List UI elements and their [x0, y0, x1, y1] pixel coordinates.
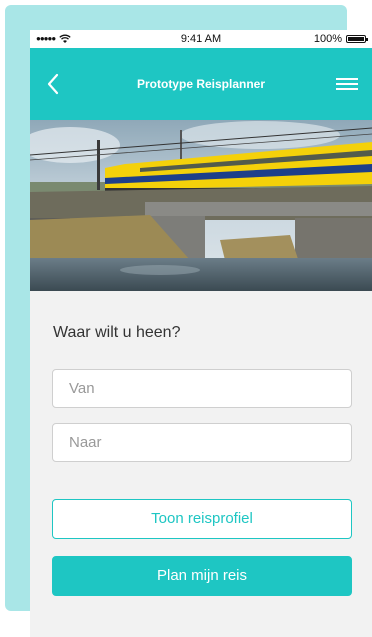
from-field[interactable] [52, 369, 352, 408]
to-field[interactable] [52, 423, 352, 462]
nav-bar: Prototype Reisplanner [30, 48, 372, 120]
phone-screen: ●●●●● 9:41 AM 100% Prototype Reisplanner [30, 30, 372, 637]
battery-group: 100% [313, 30, 368, 48]
battery-icon [346, 35, 368, 43]
hero-image-train [30, 120, 372, 291]
status-bar: ●●●●● 9:41 AM 100% [30, 30, 372, 48]
form-question: Waar wilt u heen? [53, 324, 181, 341]
show-travel-profile-button[interactable]: Toon reisprofiel [52, 499, 352, 539]
page-title: Prototype Reisplanner [136, 77, 266, 91]
battery-percent: 100% [313, 33, 342, 45]
hamburger-menu-icon[interactable] [336, 76, 358, 92]
plan-trip-button[interactable]: Plan mijn reis [52, 556, 352, 596]
trip-form: Waar wilt u heen? Toon reisprofiel Plan … [30, 291, 372, 637]
